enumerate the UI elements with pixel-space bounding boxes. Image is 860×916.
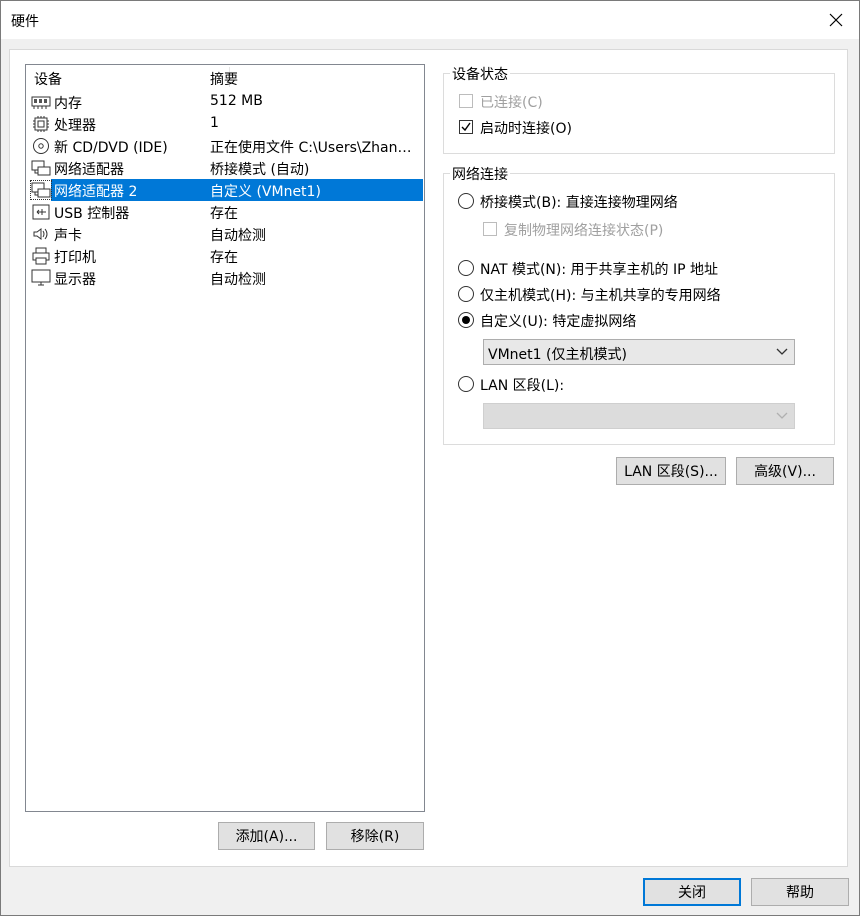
display-icon [31, 269, 51, 287]
sound-card-icon [31, 225, 51, 243]
device-name: USB 控制器 [54, 206, 130, 222]
nat-label[interactable]: NAT 模式(N): 用于共享主机的 IP 地址 [480, 259, 718, 279]
device-name: 网络适配器 2 [54, 184, 138, 200]
replicate-state-label[interactable]: 复制物理网络连接状态(P) [504, 220, 663, 240]
custom-radio[interactable] [458, 312, 474, 328]
device-summary: 存在 [210, 250, 238, 266]
device-row-memory[interactable]: 内存 512 MB [30, 91, 423, 113]
close-button[interactable]: 关闭 [643, 878, 741, 906]
device-name: 声卡 [54, 228, 82, 244]
device-name: 打印机 [54, 250, 96, 266]
host-only-label[interactable]: 仅主机模式(H): 与主机共享的专用网络 [480, 285, 721, 305]
connect-at-power-on-checkbox[interactable] [459, 120, 473, 134]
window-title: 硬件 [11, 14, 39, 30]
chevron-down-icon [776, 412, 788, 419]
remove-button[interactable]: 移除(R) [326, 822, 424, 850]
checkmark-icon [461, 122, 471, 132]
device-summary: 512 MB [210, 93, 263, 109]
lan-segment-radio[interactable] [458, 376, 474, 392]
lan-segment-label[interactable]: LAN 区段(L): [480, 375, 564, 395]
connect-at-power-on-label[interactable]: 启动时连接(O) [480, 118, 572, 138]
add-button[interactable]: 添加(A)... [218, 822, 315, 850]
advanced-button[interactable]: 高级(V)... [736, 457, 834, 485]
help-button[interactable]: 帮助 [751, 878, 849, 906]
network-adapter-icon [31, 159, 51, 177]
device-row-processor[interactable]: 处理器 1 [30, 113, 423, 135]
device-row-printer[interactable]: 打印机 存在 [30, 245, 423, 267]
replicate-state-checkbox[interactable] [483, 222, 497, 236]
lan-segment-select[interactable] [483, 403, 795, 429]
network-adapter-icon [30, 180, 52, 200]
network-connection-title: 网络连接 [450, 164, 510, 184]
device-row-usb-controller[interactable]: USB 控制器 存在 [30, 201, 423, 223]
custom-network-value: VMnet1 (仅主机模式) [488, 347, 627, 363]
device-row-display[interactable]: 显示器 自动检测 [30, 267, 423, 289]
connected-checkbox[interactable] [459, 94, 473, 108]
column-header-summary[interactable]: 摘要 [210, 69, 238, 89]
host-only-radio[interactable] [458, 286, 474, 302]
device-name: 内存 [54, 96, 82, 112]
connected-label[interactable]: 已连接(C) [480, 92, 543, 112]
device-summary: 正在使用文件 C:\Users\Zhan… [210, 140, 412, 156]
list-header: 设备 摘要 [26, 65, 424, 89]
device-row-network-adapter-2[interactable]: 网络适配器 2 自定义 (VMnet1) [30, 179, 423, 201]
device-row-sound-card[interactable]: 声卡 自动检测 [30, 223, 423, 245]
device-row-cd-dvd[interactable]: 新 CD/DVD (IDE) 正在使用文件 C:\Users\Zhan… [30, 135, 423, 157]
device-summary: 自定义 (VMnet1) [210, 184, 321, 200]
title-bar: 硬件 [1, 1, 859, 39]
radio-selected-dot [462, 316, 470, 324]
device-name: 新 CD/DVD (IDE) [54, 140, 168, 156]
column-header-device[interactable]: 设备 [34, 69, 62, 89]
close-icon[interactable] [821, 5, 851, 35]
memory-icon [31, 93, 51, 111]
custom-network-select[interactable]: VMnet1 (仅主机模式) [483, 339, 795, 365]
device-row-network-adapter[interactable]: 网络适配器 桥接模式 (自动) [30, 157, 423, 179]
device-status-group [443, 73, 835, 154]
device-name: 网络适配器 [54, 162, 124, 178]
custom-label[interactable]: 自定义(U): 特定虚拟网络 [480, 311, 636, 331]
lan-segments-button[interactable]: LAN 区段(S)... [616, 457, 726, 485]
device-name: 显示器 [54, 272, 96, 288]
chevron-down-icon [776, 348, 788, 355]
bridged-radio[interactable] [458, 193, 474, 209]
printer-icon [31, 247, 51, 265]
nat-radio[interactable] [458, 260, 474, 276]
device-summary: 自动检测 [210, 228, 266, 244]
device-summary: 存在 [210, 206, 238, 222]
device-name: 处理器 [54, 118, 96, 134]
device-summary: 1 [210, 115, 219, 131]
bridged-label[interactable]: 桥接模式(B): 直接连接物理网络 [480, 192, 678, 212]
device-summary: 自动检测 [210, 272, 266, 288]
device-status-title: 设备状态 [450, 64, 510, 84]
device-summary: 桥接模式 (自动) [210, 162, 310, 178]
usb-icon [31, 203, 51, 221]
device-list[interactable]: 设备 摘要 内存 512 MB 处理器 1 新 CD/DVD (IDE) 正在使… [25, 64, 425, 812]
processor-icon [31, 115, 51, 133]
cd-dvd-icon [31, 137, 51, 155]
